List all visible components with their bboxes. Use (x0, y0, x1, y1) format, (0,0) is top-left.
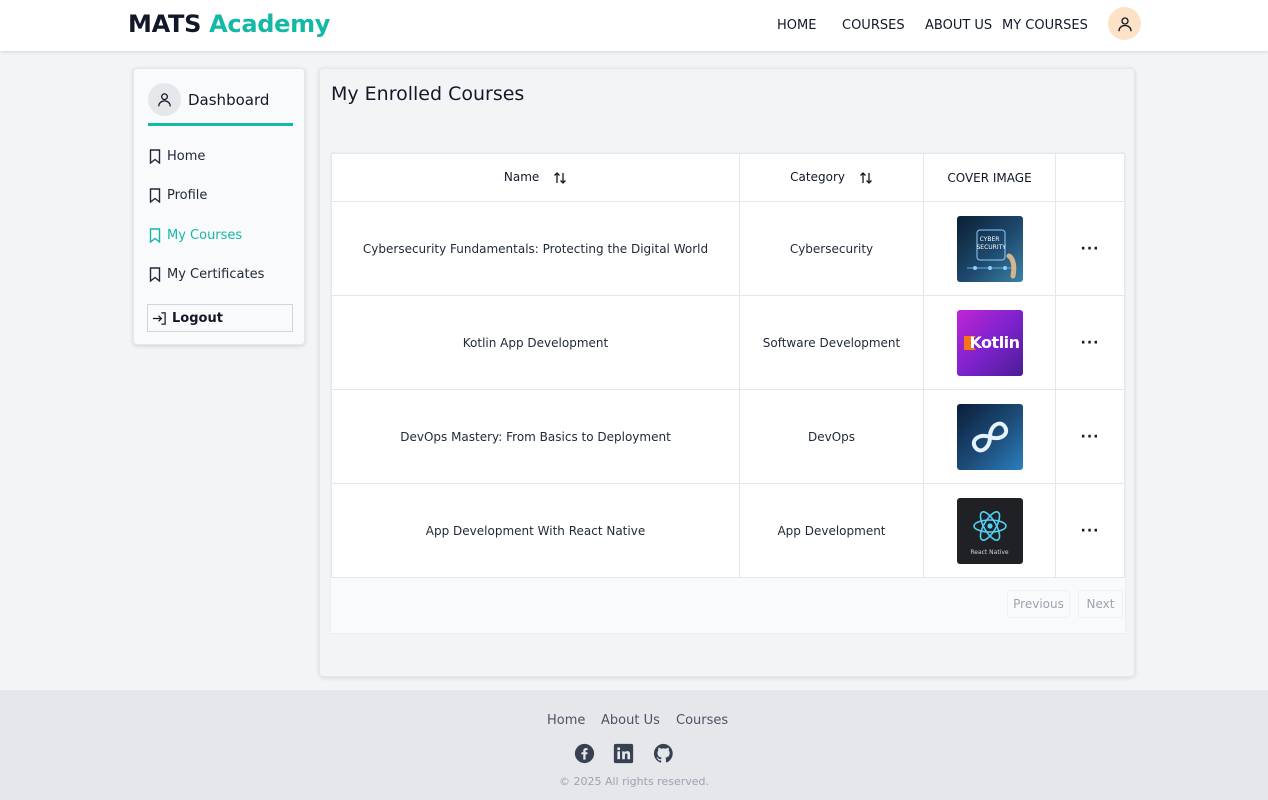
linkedin-icon[interactable] (613, 743, 634, 764)
cybersecurity-cover-image: CYBER SECURITY (956, 215, 1023, 282)
logo-text-mats: MATS (128, 10, 202, 38)
sidebar-title: Dashboard (188, 91, 270, 109)
sidebar-item-label: My Certificates (167, 266, 265, 282)
cover-text: Kotlin (969, 332, 1020, 352)
nav-about-us[interactable]: ABOUT US (925, 18, 992, 33)
copyright-text: © 2025 All rights reserved. (558, 775, 710, 788)
sidebar-item-label: Home (167, 148, 206, 164)
footer-link-courses[interactable]: Courses (676, 713, 728, 728)
page-title: My Enrolled Courses (331, 83, 525, 105)
table-header-row: Name Category COVER IMAGE (331, 153, 1125, 202)
cover-text: CYBER SECURITY (976, 235, 1006, 251)
bookmark-icon (149, 227, 161, 243)
cell-course-name: DevOps Mastery: From Basics to Deploymen… (331, 389, 740, 484)
user-avatar-button[interactable] (1108, 7, 1141, 40)
logout-label: Logout (172, 310, 223, 326)
cell-actions: ··· (1055, 295, 1125, 390)
sort-icon[interactable] (553, 171, 567, 185)
logo-text-academy: Academy (209, 10, 331, 38)
cell-category: App Development (739, 483, 924, 578)
bookmark-icon (149, 148, 161, 164)
cover-text: React Native (970, 548, 1009, 556)
table-row: Kotlin App Development Software Developm… (331, 295, 1125, 390)
cell-actions: ··· (1055, 201, 1125, 296)
infinity-loop-icon (971, 421, 1008, 452)
user-icon (158, 93, 171, 107)
column-header-cover-image: COVER IMAGE (923, 153, 1056, 202)
bookmark-icon (149, 187, 161, 203)
sidebar-item-label: My Courses (167, 227, 243, 243)
cell-category: Cybersecurity (739, 201, 924, 296)
cell-category: DevOps (739, 389, 924, 484)
github-icon[interactable] (653, 743, 674, 764)
logout-button[interactable]: Logout (147, 304, 293, 332)
react-native-cover-image: React Native (956, 497, 1023, 564)
top-header: MATS Academy HOME COURSES ABOUT US MY CO… (0, 0, 1268, 51)
column-header-category[interactable]: Category (739, 153, 924, 202)
sidebar-item-label: Profile (167, 187, 208, 203)
previous-page-button[interactable]: Previous (1007, 590, 1070, 618)
sidebar-item-my-certificates[interactable]: My Certificates (149, 264, 264, 284)
cell-course-name: Cybersecurity Fundamentals: Protecting t… (331, 201, 740, 296)
site-logo[interactable]: MATS Academy (128, 10, 330, 38)
dashboard-sidebar: Dashboard Home Profile My Courses My Cer… (133, 68, 305, 345)
cell-cover: CYBER SECURITY (923, 201, 1056, 296)
cell-course-name: Kotlin App Development (331, 295, 740, 390)
sidebar-header: Dashboard (148, 83, 293, 126)
footer-link-about-us[interactable]: About Us (601, 713, 660, 728)
user-icon (1117, 16, 1132, 31)
row-actions-button[interactable]: ··· (1081, 241, 1100, 257)
main-panel: My Enrolled Courses Name Category COVER … (319, 68, 1135, 677)
cell-cover: React Native (923, 483, 1056, 578)
table-row: Cybersecurity Fundamentals: Protecting t… (331, 201, 1125, 296)
devops-cover-image (956, 403, 1023, 470)
sort-icon[interactable] (859, 171, 873, 185)
logout-icon (152, 311, 166, 325)
kotlin-cover-image: Kotlin (956, 309, 1023, 376)
row-actions-button[interactable]: ··· (1081, 429, 1100, 445)
column-header-actions (1055, 153, 1125, 202)
footer-link-home[interactable]: Home (547, 713, 585, 728)
courses-table-container: Name Category COVER IMAGE Cybersecurity … (331, 153, 1125, 633)
sidebar-item-my-courses[interactable]: My Courses (149, 225, 242, 245)
row-actions-button[interactable]: ··· (1081, 523, 1100, 539)
cell-category: Software Development (739, 295, 924, 390)
table-row: App Development With React Native App De… (331, 483, 1125, 578)
sidebar-avatar (148, 83, 181, 116)
column-header-name[interactable]: Name (331, 153, 740, 202)
cell-cover: Kotlin (923, 295, 1056, 390)
cell-actions: ··· (1055, 483, 1125, 578)
nav-home[interactable]: HOME (777, 18, 816, 33)
column-header-label: Name (503, 170, 540, 185)
sidebar-item-profile[interactable]: Profile (149, 185, 207, 205)
cell-actions: ··· (1055, 389, 1125, 484)
nav-my-courses[interactable]: MY COURSES (1002, 18, 1088, 33)
courses-table: Name Category COVER IMAGE Cybersecurity … (331, 153, 1125, 578)
nav-courses[interactable]: COURSES (842, 18, 905, 33)
cell-cover (923, 389, 1056, 484)
site-footer: Home About Us Courses © 2025 All rights … (0, 690, 1268, 800)
facebook-icon[interactable] (574, 743, 595, 764)
table-row: DevOps Mastery: From Basics to Deploymen… (331, 389, 1125, 484)
row-actions-button[interactable]: ··· (1081, 335, 1100, 351)
column-header-label: Category (790, 170, 845, 185)
sidebar-item-home[interactable]: Home (149, 146, 205, 166)
next-page-button[interactable]: Next (1078, 590, 1123, 618)
bookmark-icon (149, 266, 161, 282)
cell-course-name: App Development With React Native (331, 483, 740, 578)
